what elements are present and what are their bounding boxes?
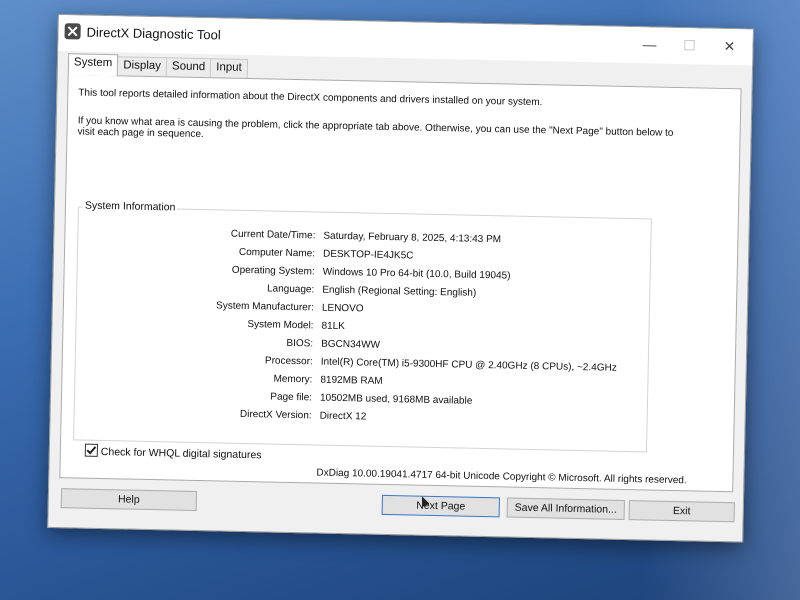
info-label: Processor: [264,355,313,368]
info-value: LENOVO [321,302,364,315]
info-label: Page file: [270,391,313,404]
info-value: BGCN34WW [321,338,381,351]
info-value: 10502MB used, 9168MB available [319,392,473,407]
next-page-button[interactable]: Next Page [381,494,500,518]
window-title: DirectX Diagnostic Tool [86,24,221,43]
help-button[interactable]: Help [60,488,198,512]
info-label: Current Date/Time: [230,228,316,242]
system-information-group: System Information Current Date/Time: Sa… [73,199,652,453]
maximize-icon[interactable]: ☐ [678,34,700,56]
system-tab-panel: This tool reports detailed information a… [59,74,742,493]
info-value: Saturday, February 8, 2025, 4:13:43 PM [323,230,502,246]
tab-input[interactable]: Input [210,58,249,79]
directx-icon [64,23,81,40]
info-label: Memory: [273,373,313,386]
instructions-text-continued: visit each page in sequence. [77,126,204,141]
info-value: Windows 10 Pro 64-bit (10.0, Build 19045… [322,266,511,282]
intro-text: This tool reports detailed information a… [78,87,543,109]
info-value: 8192MB RAM [320,374,383,387]
dxdiag-window: DirectX Diagnostic Tool — ☐ ✕ System Dis… [47,14,754,543]
system-information-title: System Information [82,199,178,214]
info-label: DirectX Version: [239,408,312,422]
tab-system[interactable]: System [67,53,119,77]
info-label: BIOS: [286,337,314,350]
info-label: System Model: [247,319,314,332]
whql-checkbox-row[interactable]: Check for WHQL digital signatures [84,443,262,462]
info-value: DESKTOP-IE4JK5C [322,248,414,262]
save-all-information-button[interactable]: Save All Information... [506,497,625,520]
info-label: Operating System: [231,264,315,278]
exit-button[interactable]: Exit [628,500,735,523]
whql-checkbox[interactable] [84,443,99,457]
tab-display[interactable]: Display [117,56,168,78]
version-copyright-text: DxDiag 10.00.19041.4717 64-bit Unicode C… [316,467,687,487]
tab-sound[interactable]: Sound [165,57,212,79]
info-label: Language: [266,283,315,296]
info-value: 81LK [321,320,345,333]
info-value: DirectX 12 [319,410,367,423]
info-label: System Manufacturer: [215,300,315,314]
close-icon[interactable]: ✕ [718,35,740,57]
minimize-icon[interactable]: — [638,33,660,55]
info-label: Computer Name: [238,246,316,260]
whql-label: Check for WHQL digital signatures [100,445,262,462]
info-value: English (Regional Setting: English) [322,284,477,299]
